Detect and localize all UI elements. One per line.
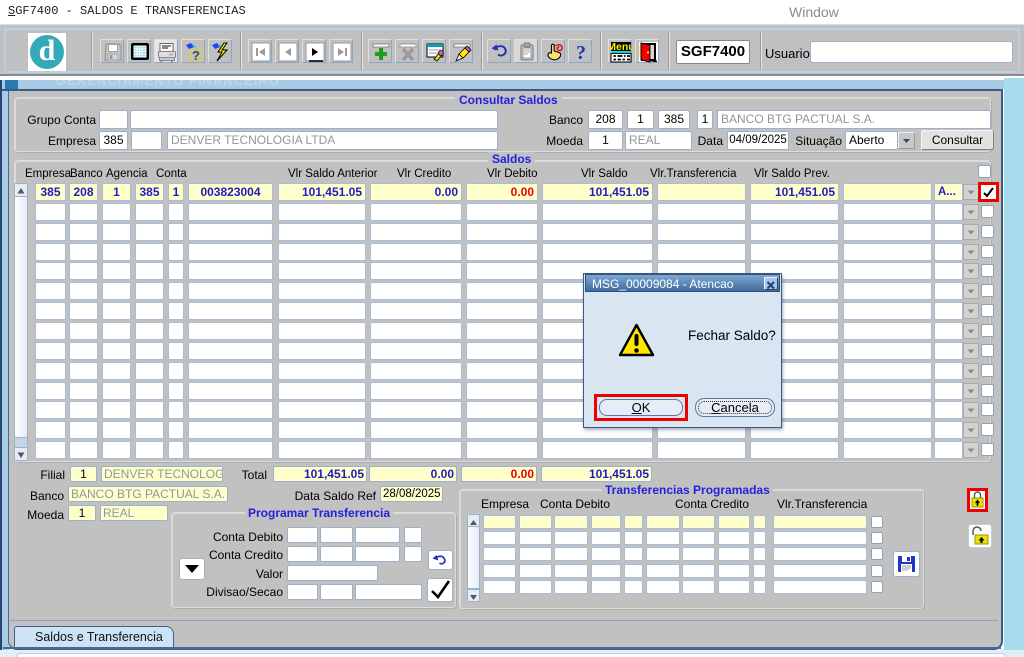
svg-text:?: ?: [192, 48, 200, 63]
svg-text:?: ?: [576, 42, 586, 63]
